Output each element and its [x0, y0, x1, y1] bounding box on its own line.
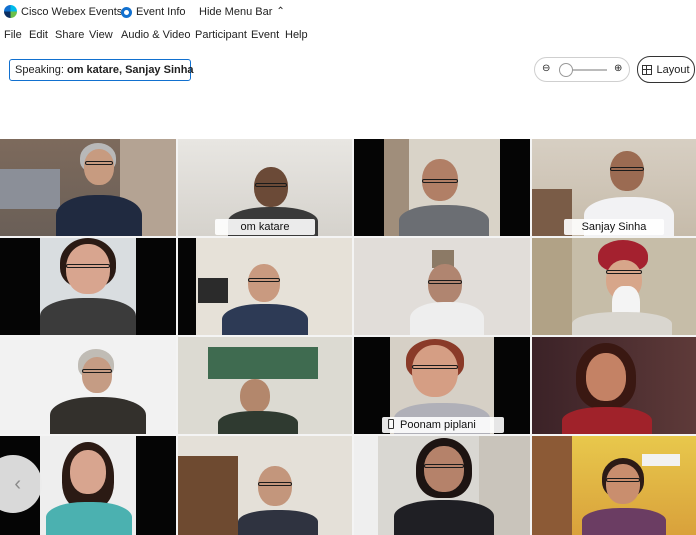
menu-audio-video[interactable]: Audio & Video — [121, 29, 191, 41]
video-tile[interactable] — [0, 139, 176, 236]
participant-name-label: om katare — [215, 219, 315, 235]
video-grid: om katare Sanjay Sinha Poonam piplani ‹ — [0, 139, 696, 535]
participant-name-text: Poonam piplani — [400, 419, 476, 431]
hide-menu-bar-button[interactable]: Hide Menu Bar ⌃ — [199, 6, 285, 18]
video-tile[interactable] — [354, 238, 530, 335]
info-icon — [121, 6, 132, 18]
event-info-label: Event Info — [136, 6, 186, 18]
zoom-control: ⊖ ⊕ — [534, 57, 630, 82]
video-tile[interactable] — [532, 337, 696, 434]
menu-participant[interactable]: Participant — [195, 29, 247, 41]
title-bar: Cisco Webex Events Event Info Hide Menu … — [0, 0, 696, 24]
menu-event[interactable]: Event — [251, 29, 279, 41]
video-tile-active[interactable]: Poonam piplani — [354, 337, 530, 434]
menu-file[interactable]: File — [4, 29, 22, 41]
participant-name-label: Sanjay Sinha — [564, 219, 664, 235]
video-tile[interactable] — [178, 337, 352, 434]
participant-face — [84, 149, 114, 185]
video-tile[interactable] — [532, 238, 696, 335]
video-tile-active[interactable]: Sanjay Sinha — [532, 139, 696, 236]
layout-button[interactable]: Layout — [637, 56, 695, 83]
zoom-in-icon[interactable]: ⊕ — [614, 63, 622, 74]
chevron-left-icon: ‹ — [14, 472, 21, 495]
participant-name-label: Poonam piplani — [382, 417, 504, 433]
video-tile[interactable] — [0, 238, 176, 335]
hide-menu-bar-label: Hide Menu Bar — [199, 6, 273, 18]
event-info-button[interactable]: Event Info — [121, 6, 186, 18]
webex-logo-icon — [4, 5, 17, 18]
video-tile[interactable] — [354, 139, 530, 236]
menu-bar: File Edit Share View Audio & Video Parti… — [0, 27, 696, 43]
grid-layout-icon — [642, 64, 653, 75]
app-title: Cisco Webex Events — [21, 6, 123, 18]
menu-edit[interactable]: Edit — [29, 29, 48, 41]
phone-icon — [388, 419, 394, 429]
menu-help[interactable]: Help — [285, 29, 308, 41]
chevron-up-icon: ⌃ — [276, 6, 285, 17]
zoom-slider-handle[interactable] — [559, 63, 573, 77]
menu-view[interactable]: View — [89, 29, 113, 41]
zoom-out-icon[interactable]: ⊖ — [542, 63, 550, 74]
video-tile-active[interactable]: om katare — [178, 139, 352, 236]
speaking-indicator: Speaking: om katare, Sanjay Sinha — [9, 59, 194, 81]
video-tile[interactable] — [532, 436, 696, 535]
video-tile[interactable] — [354, 436, 530, 535]
video-tile[interactable] — [178, 238, 352, 335]
video-tile[interactable] — [0, 337, 176, 434]
layout-label: Layout — [656, 63, 690, 76]
menu-share[interactable]: Share — [55, 29, 84, 41]
speaking-prefix: Speaking: — [15, 64, 64, 76]
video-tile[interactable] — [178, 436, 352, 535]
speaking-names: om katare, Sanjay Sinha — [67, 64, 194, 76]
